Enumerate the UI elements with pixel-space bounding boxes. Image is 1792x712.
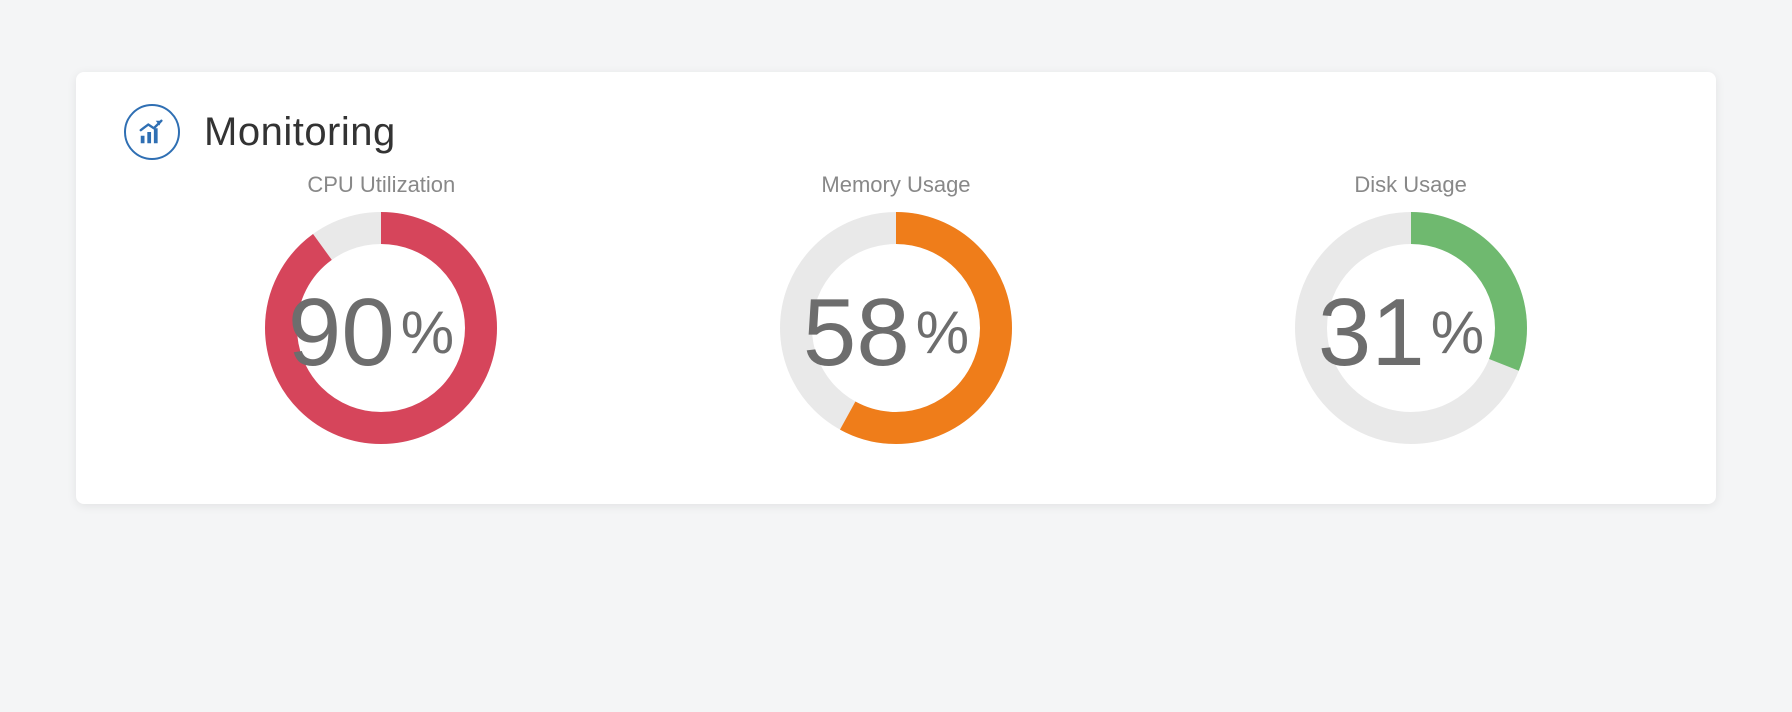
chart-trend-icon [124,104,180,160]
panel-title: Monitoring [204,110,396,155]
gauge-memory: Memory Usage 58% [641,172,1151,448]
gauge-label: Memory Usage [821,172,970,198]
gauge-label: Disk Usage [1354,172,1466,198]
svg-text:90%: 90% [288,279,454,386]
gauge-chart: 90% [261,208,501,448]
gauge-value: 90 [288,279,395,386]
monitoring-panel: Monitoring CPU Utilization 90% Memory Us… [76,72,1716,504]
gauge-chart: 58% [776,208,1016,448]
gauge-unit: % [401,299,454,366]
gauge-unit: % [916,299,969,366]
svg-text:58%: 58% [803,279,969,386]
gauge-value: 31 [1318,279,1425,386]
panel-header: Monitoring [124,104,1668,160]
gauge-chart: 31% [1291,208,1531,448]
gauge-unit: % [1430,299,1483,366]
gauges-row: CPU Utilization 90% Memory Usage 58% [124,172,1668,448]
gauge-cpu: CPU Utilization 90% [127,172,637,448]
svg-text:31%: 31% [1318,279,1484,386]
gauge-disk: Disk Usage 31% [1156,172,1666,448]
gauge-label: CPU Utilization [307,172,455,198]
gauge-value: 58 [803,279,910,386]
